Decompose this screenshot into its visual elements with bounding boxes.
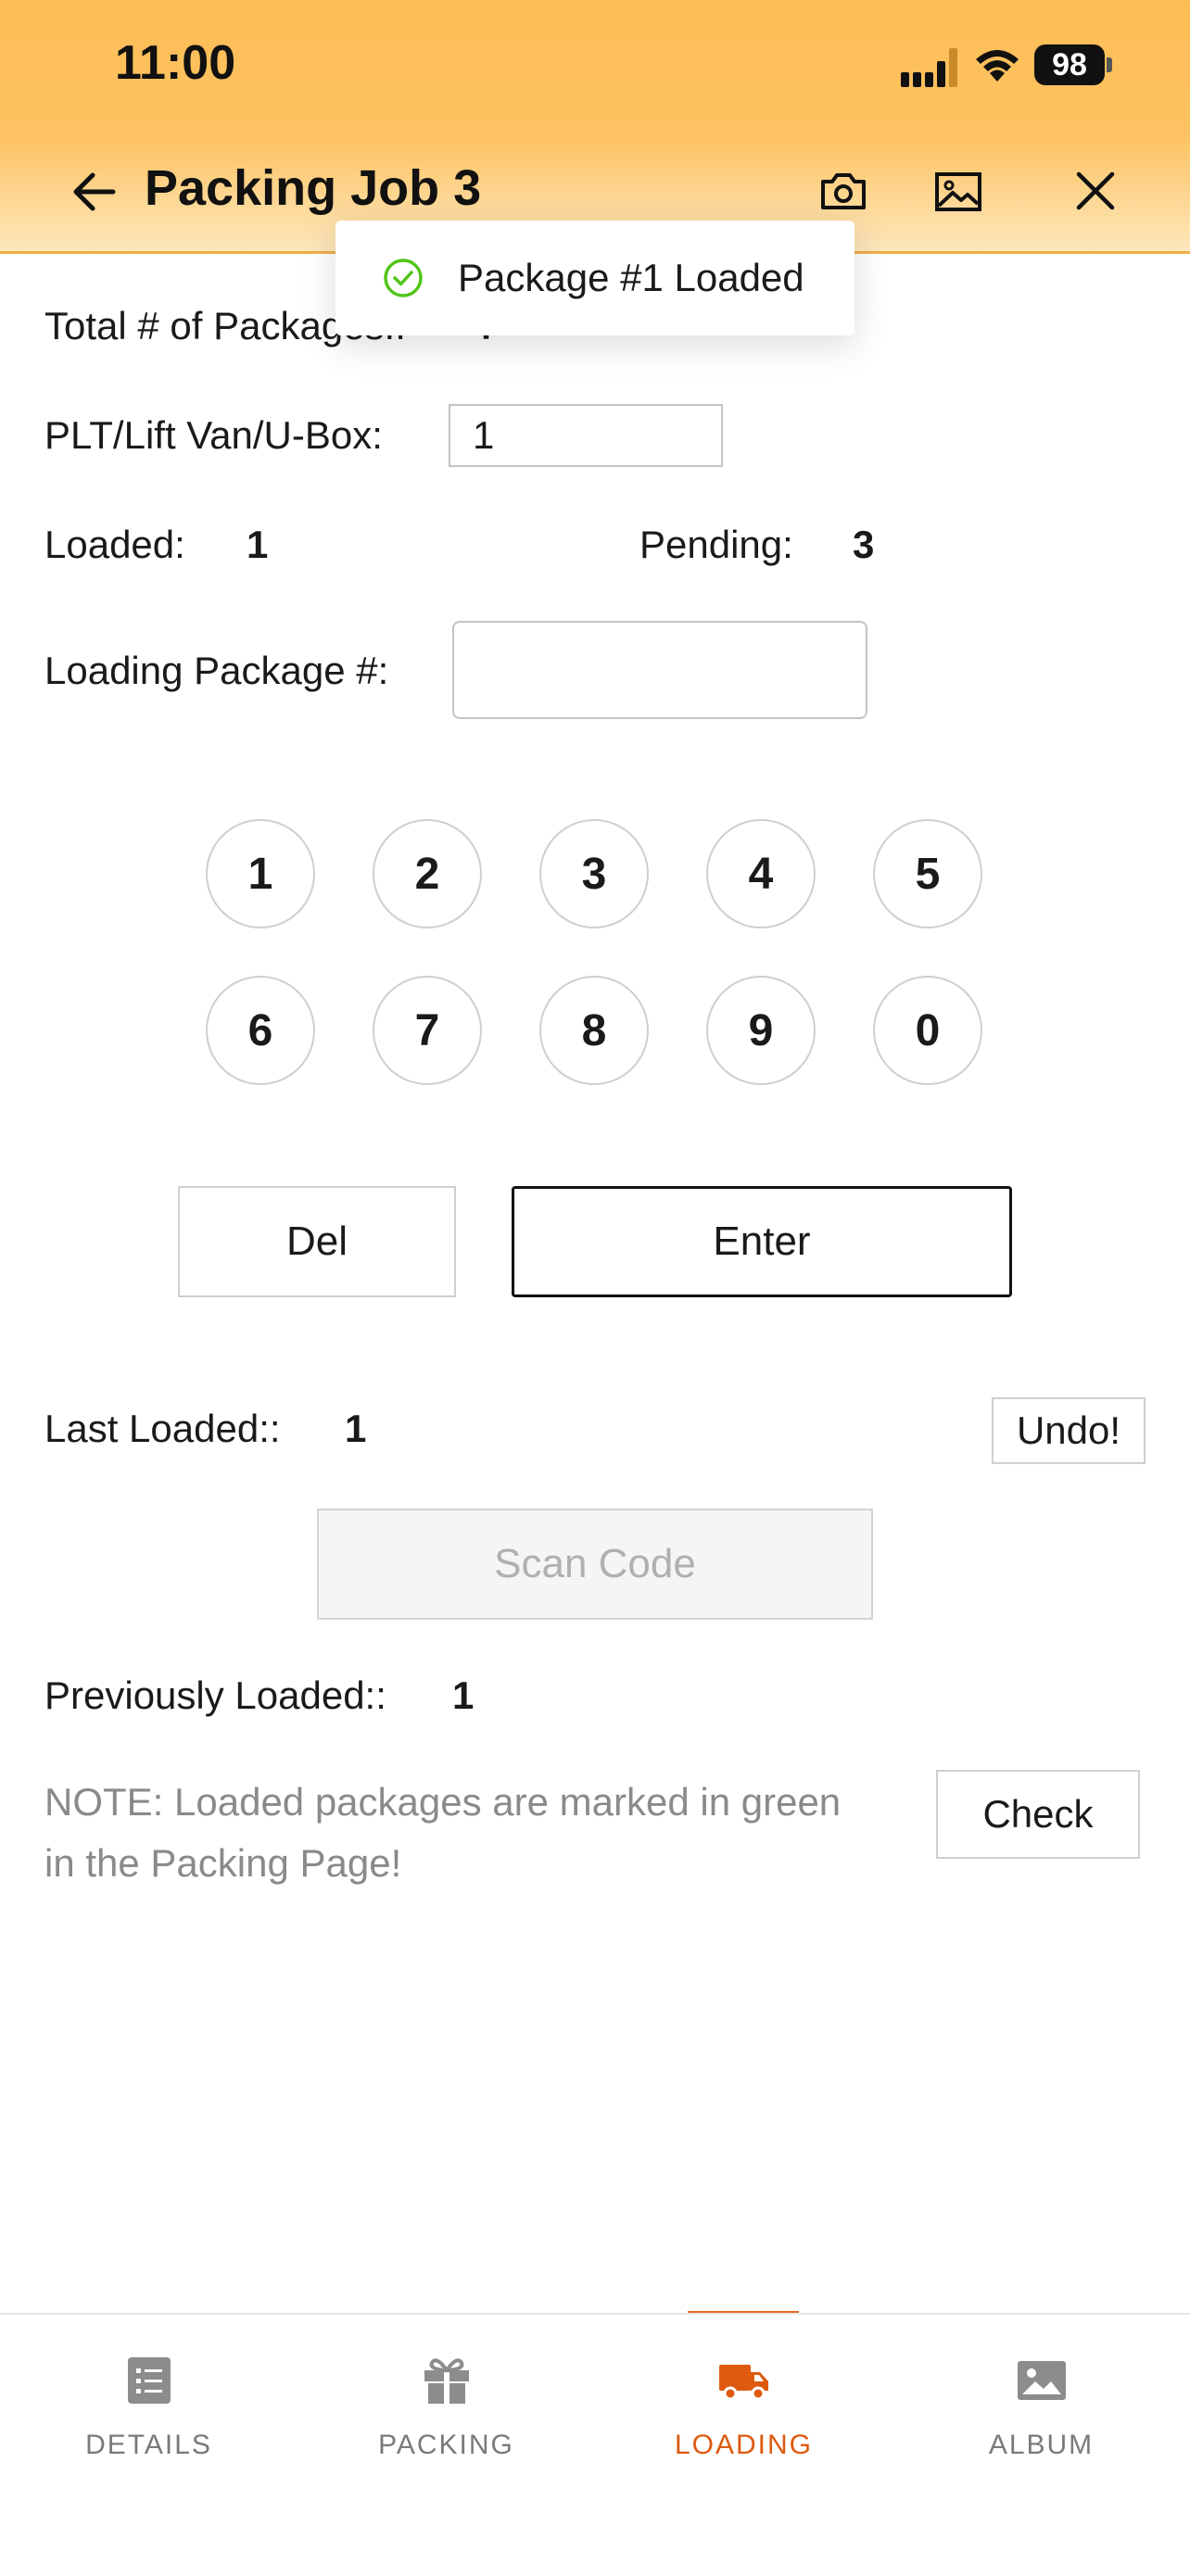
pending-label: Pending: xyxy=(639,523,793,566)
key-8[interactable]: 8 xyxy=(539,976,649,1085)
status-time: 11:00 xyxy=(115,36,236,90)
toast-message: Package #1 Loaded xyxy=(458,256,804,299)
loaded-value: 1 xyxy=(247,523,269,566)
back-button[interactable] xyxy=(65,163,122,221)
close-icon[interactable] xyxy=(1071,167,1120,215)
camera-icon[interactable] xyxy=(816,163,871,219)
key-7[interactable]: 7 xyxy=(373,976,482,1085)
wifi-icon xyxy=(976,50,1019,82)
arrow-left-icon xyxy=(73,172,116,211)
app-header: 11:00 98 Packing Job 3 xyxy=(0,0,1190,254)
tab-label-loading: LOADING xyxy=(674,2430,814,2460)
loading-package-input[interactable] xyxy=(452,621,867,719)
delete-button[interactable]: Del xyxy=(178,1186,456,1297)
undo-button[interactable]: Undo! xyxy=(992,1397,1146,1464)
key-5[interactable]: 5 xyxy=(873,819,982,928)
toast-notification: Package #1 Loaded xyxy=(335,221,855,335)
last-loaded-value: 1 xyxy=(345,1407,367,1450)
enter-button[interactable]: Enter xyxy=(512,1186,1012,1297)
check-circle-icon xyxy=(384,259,423,297)
tab-details[interactable]: DETAILS xyxy=(0,2315,298,2500)
tab-packing[interactable]: PACKING xyxy=(298,2315,595,2500)
loading-package-label: Loading Package #: xyxy=(44,649,389,692)
key-9[interactable]: 9 xyxy=(706,976,816,1085)
pending-value: 3 xyxy=(853,523,875,566)
cellular-signal-icon xyxy=(901,48,957,87)
battery-cap xyxy=(1107,57,1112,72)
page-title: Packing Job 3 xyxy=(145,160,482,216)
tab-label-details: DETAILS xyxy=(85,2430,212,2460)
key-3[interactable]: 3 xyxy=(539,819,649,928)
last-loaded-label: Last Loaded:: xyxy=(44,1407,281,1450)
tab-loading[interactable]: LOADING xyxy=(595,2315,892,2500)
scan-code-button[interactable]: Scan Code xyxy=(317,1509,873,1620)
battery-indicator: 98 xyxy=(1034,44,1105,85)
loaded-label: Loaded: xyxy=(44,523,185,566)
tab-album[interactable]: ALBUM xyxy=(892,2315,1190,2500)
plt-label: PLT/Lift Van/U-Box: xyxy=(44,413,383,457)
key-0[interactable]: 0 xyxy=(873,976,982,1085)
previously-loaded-value: 1 xyxy=(452,1673,475,1717)
check-button[interactable]: Check xyxy=(936,1770,1140,1859)
bottom-tab-bar: DETAILS PACKING LOADING ALBUM xyxy=(0,2313,1190,2576)
tab-label-packing: PACKING xyxy=(378,2430,514,2460)
gift-icon xyxy=(424,2358,469,2404)
list-icon xyxy=(127,2357,171,2404)
plt-input[interactable] xyxy=(449,404,723,467)
loading-note: NOTE: Loaded packages are marked in gree… xyxy=(44,1780,842,1885)
key-2[interactable]: 2 xyxy=(373,819,482,928)
key-4[interactable]: 4 xyxy=(706,819,816,928)
truck-icon xyxy=(718,2365,768,2401)
tab-label-album: ALBUM xyxy=(988,2430,1095,2460)
previously-loaded-label: Previously Loaded:: xyxy=(44,1673,386,1717)
image-icon xyxy=(1017,2361,1066,2400)
gallery-icon[interactable] xyxy=(930,163,986,219)
key-6[interactable]: 6 xyxy=(206,976,315,1085)
key-1[interactable]: 1 xyxy=(206,819,315,928)
